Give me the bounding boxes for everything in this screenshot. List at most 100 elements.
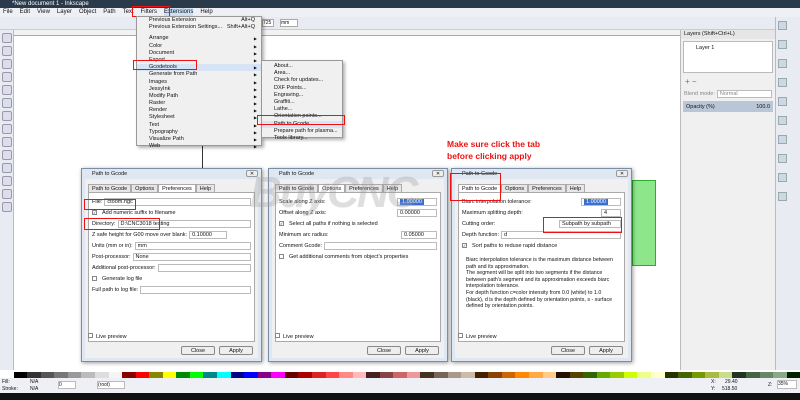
menu-item-images[interactable]: Images ▶ [137,79,261,86]
print-icon[interactable] [778,135,787,144]
menu-file[interactable]: File [3,8,13,17]
post-processor-select[interactable]: None [132,252,251,261]
value-field[interactable]: 725 [262,19,274,27]
tweak-tool-icon[interactable] [2,59,12,69]
measure-tool-icon[interactable] [2,85,12,95]
menu-item-color[interactable]: Color ▶ [137,43,261,50]
submenu-arrow-icon: ▶ [253,108,257,114]
apply-button[interactable]: Apply [589,346,623,355]
checkbox[interactable] [92,276,97,281]
checkbox-checked[interactable]: ✓ [92,210,97,215]
open-icon[interactable] [778,59,787,68]
menu-item-typography[interactable]: Typography ▶ [137,129,261,136]
apply-button[interactable]: Apply [405,346,439,355]
menu-item-tools-library-[interactable]: Tools library... [262,135,342,142]
menu-edit[interactable]: Edit [20,8,30,17]
pencil-tool-icon[interactable] [2,163,12,173]
taskbar [0,393,800,400]
menu-item-graffiti-[interactable]: Graffiti... [262,99,342,106]
menu-item-text[interactable]: Text ▶ [137,122,261,129]
zoom-tool-icon[interactable] [2,72,12,82]
log-path-label: Full path to log file: [92,286,139,293]
checkbox[interactable] [279,254,284,259]
menu-item-document[interactable]: Document ▶ [137,50,261,57]
close-icon[interactable]: ✕ [432,170,444,177]
menu-item-arrange[interactable]: Arrange ▶ [137,35,261,42]
unit-select[interactable]: mm [280,19,298,27]
menu-view[interactable]: View [37,8,50,17]
live-preview-checkbox[interactable] [275,333,280,338]
node-tool-icon[interactable] [2,46,12,56]
biarc-input[interactable]: 1.00000 [584,198,608,205]
snap-icon[interactable] [778,154,787,163]
zsafe-input[interactable]: 0.10000 [189,230,228,239]
apply-button[interactable]: Apply [219,346,253,355]
comment-input[interactable] [324,241,437,250]
save-icon[interactable] [778,97,787,106]
min-arc-input[interactable]: 0.05000 [401,230,437,239]
menu-item-check-for-updates-[interactable]: Check for updates... [262,77,342,84]
menu-layer[interactable]: Layer [57,8,72,17]
menu-item-dxf-points-[interactable]: DXF Points... [262,85,342,92]
snap-icon[interactable] [778,116,787,125]
opacity-spinner[interactable]: 0 [58,381,76,389]
pen-tool-icon[interactable] [2,176,12,186]
layer-select[interactable]: (root) [97,381,125,389]
min-arc-label: Minimum arc radius: [279,231,329,238]
menu-item-about-[interactable]: About... [262,63,342,70]
menu-item-engraving-[interactable]: Engraving... [262,92,342,99]
menu-item-lathe-[interactable]: Lathe... [262,106,342,113]
additional-post-input[interactable] [157,263,251,272]
zoom-field[interactable]: 35% [777,380,797,389]
menu-item-generate-from-path[interactable]: Generate from Path ▶ [137,71,261,78]
add-layer-icon[interactable]: + − [681,75,775,88]
menu-item-modify-path[interactable]: Modify Path ▶ [137,93,261,100]
spiral-tool-icon[interactable] [2,150,12,160]
menu-item-raster[interactable]: Raster ▶ [137,100,261,107]
checkbox-checked[interactable]: ✓ [279,221,284,226]
close-button[interactable]: Close [367,346,401,355]
y-label: Y: [711,386,716,392]
tool-palette [0,30,14,370]
star-tool-icon[interactable] [2,137,12,147]
menu-item-stylesheet[interactable]: Stylesheet ▶ [137,114,261,121]
menu-path[interactable]: Path [103,8,115,17]
add-suffix-label: Add numeric suffix to filename [102,209,176,216]
checkbox-checked[interactable]: ✓ [462,243,467,248]
close-button[interactable]: Close [181,346,215,355]
snap-icon[interactable] [778,40,787,49]
menu-item-jessyink[interactable]: JessyInk ▶ [137,86,261,93]
submenu-arrow-icon: ▶ [253,86,257,92]
menu-item-visualize-path[interactable]: Visualize Path ▶ [137,136,261,143]
menu-item-previous-extension-settings-[interactable]: Previous Extension Settings... Shift+Alt+… [137,24,261,31]
snap-icon[interactable] [778,192,787,201]
menu-item-prepare-path-for-plasma-[interactable]: Prepare path for plasma... [262,128,342,135]
max-split-input[interactable]: 4 [601,208,621,217]
units-select[interactable]: mm [134,241,251,250]
blend-mode-select[interactable]: Normal [716,89,772,98]
close-button[interactable]: Close [551,346,585,355]
calligraphy-tool-icon[interactable] [2,189,12,199]
menu-item-previous-extension[interactable]: Previous Extension Alt+Q [137,17,261,24]
stroke-value: N/A [30,386,39,392]
new-icon[interactable] [778,21,787,30]
3dbox-tool-icon[interactable] [2,111,12,121]
rect-tool-icon[interactable] [2,98,12,108]
select-tool-icon[interactable] [2,33,12,43]
menu-object[interactable]: Object [79,8,96,17]
green-rectangle[interactable] [632,180,656,266]
close-icon[interactable]: ✕ [616,170,628,177]
text-tool-icon[interactable] [2,202,12,212]
menu-item-area-[interactable]: Area... [262,70,342,77]
watermark-logo: BuyCNC [250,168,418,217]
ellipse-tool-icon[interactable] [2,124,12,134]
live-preview-checkbox[interactable] [458,333,463,338]
menu-item-render[interactable]: Render ▶ [137,107,261,114]
menu-item-web[interactable]: Web ▶ [137,143,261,150]
import-icon[interactable] [778,173,787,182]
log-path-input[interactable] [140,285,251,294]
live-preview-checkbox[interactable] [88,333,93,338]
layer-row[interactable]: Layer 1 [683,41,773,73]
opacity-slider[interactable]: Opacity (%) 100.0 [683,101,773,112]
snap-icon[interactable] [778,78,787,87]
